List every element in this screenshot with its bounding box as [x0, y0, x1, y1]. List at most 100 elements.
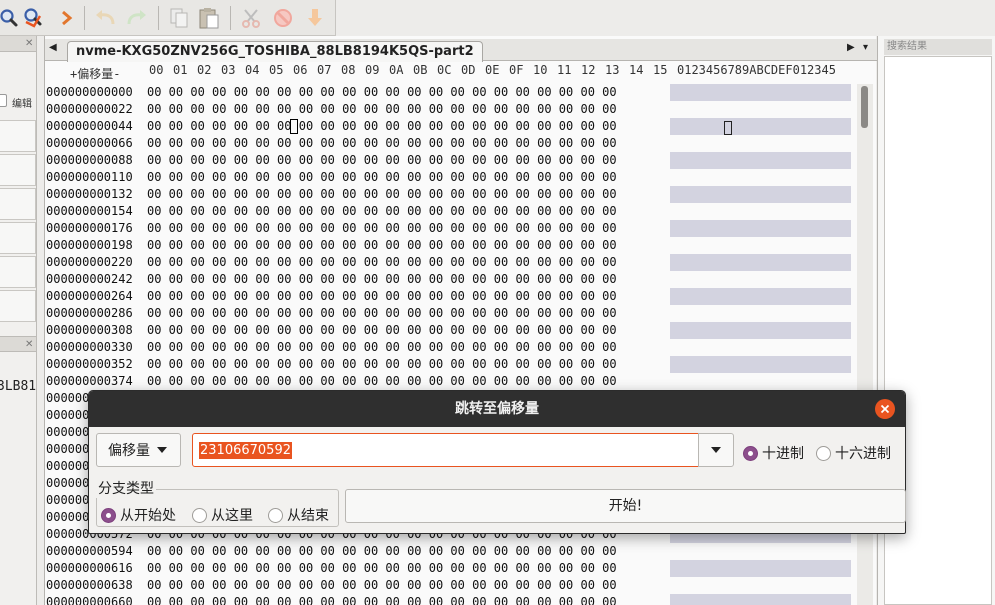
row-hex-bytes[interactable]: 00 00 00 00 00 00 00 00 00 00 00 00 00 0…: [147, 340, 617, 354]
hex-row[interactable]: 000000000616 00 00 00 00 00 00 00 00 00 0…: [45, 560, 851, 577]
branch-from-start-radio[interactable]: 从开始处: [101, 505, 176, 525]
goto-icon[interactable]: [54, 4, 80, 32]
row-hex-bytes[interactable]: 00 00 00 00 00 00 00 00 00 00 00 00 00 0…: [147, 204, 617, 218]
download-icon[interactable]: [302, 4, 328, 32]
offset-history-dropdown[interactable]: [698, 433, 734, 467]
hex-row[interactable]: 000000000154 00 00 00 00 00 00 00 00 00 0…: [45, 203, 851, 220]
hex-row[interactable]: 000000000176 00 00 00 00 00 00 00 00 00 0…: [45, 220, 851, 237]
row-ascii[interactable]: [670, 356, 851, 373]
hex-row[interactable]: 000000000220 00 00 00 00 00 00 00 00 00 0…: [45, 254, 851, 271]
row-hex-bytes[interactable]: 00 00 00 00 00 00 00 00 00 00 00 00 00 0…: [147, 544, 617, 558]
row-ascii[interactable]: [670, 152, 851, 169]
hex-row[interactable]: 000000000110 00 00 00 00 00 00 00 00 00 0…: [45, 169, 851, 186]
left-panel-field[interactable]: [0, 256, 36, 288]
row-ascii[interactable]: [670, 169, 851, 186]
row-hex-bytes[interactable]: 00 00 00 00 00 00 00 00 00 00 00 00 00 0…: [147, 153, 617, 167]
row-hex-bytes[interactable]: 00 00 00 00 00 00 00 00 00 00 00 00 00 0…: [147, 595, 617, 605]
tab-scroll-left-icon[interactable]: ◀: [49, 42, 57, 53]
hex-row[interactable]: 000000000352 00 00 00 00 00 00 00 00 00 0…: [45, 356, 851, 373]
panel-close-icon[interactable]: ✕: [25, 339, 33, 350]
row-hex-bytes[interactable]: 00 00 00 00 00 00 00 00 00 00 00 00 00 0…: [147, 578, 617, 592]
row-hex-bytes[interactable]: 00 00 00 00 00 00 00 00 00 00 00 00 00 0…: [147, 289, 617, 303]
tab-menu-icon[interactable]: ▾: [863, 42, 868, 53]
hex-row[interactable]: 000000000308 00 00 00 00 00 00 00 00 00 0…: [45, 322, 851, 339]
scrollbar-thumb[interactable]: [861, 86, 868, 128]
row-ascii[interactable]: [670, 186, 851, 203]
offset-mode-dropdown[interactable]: 偏移量: [96, 433, 181, 467]
row-ascii[interactable]: [670, 288, 851, 305]
undo-icon[interactable]: [92, 4, 118, 32]
row-hex-bytes[interactable]: 00 00 00 00 00 00 00 00 00 00 00 00 00 0…: [147, 187, 617, 201]
row-hex-bytes[interactable]: 00 00 00 00 00 00 00 00 00 00 00 00 00 0…: [147, 85, 617, 99]
row-hex-bytes[interactable]: 00 00 00 00 00 00 00 00 00 00 00 00 00 0…: [147, 323, 617, 337]
branch-from-end-radio[interactable]: 从结束: [268, 505, 329, 525]
row-ascii[interactable]: [670, 237, 851, 254]
find-replace-icon[interactable]: [20, 4, 46, 32]
left-panel-field[interactable]: [0, 188, 36, 220]
hex-row[interactable]: 000000000330 00 00 00 00 00 00 00 00 00 0…: [45, 339, 851, 356]
row-hex-bytes[interactable]: 00 00 00 00 00 00 00 00 00 00 00 00 00 0…: [147, 272, 617, 286]
copy-icon[interactable]: [166, 4, 192, 32]
row-ascii[interactable]: [670, 84, 851, 101]
edit-checkbox[interactable]: [0, 94, 7, 107]
hex-row[interactable]: 000000000242 00 00 00 00 00 00 00 00 00 0…: [45, 271, 851, 288]
hex-row[interactable]: 000000000264 00 00 00 00 00 00 00 00 00 0…: [45, 288, 851, 305]
hex-row[interactable]: 000000000286 00 00 00 00 00 00 00 00 00 0…: [45, 305, 851, 322]
search-icon[interactable]: [0, 4, 22, 32]
row-ascii[interactable]: [670, 543, 851, 560]
row-ascii[interactable]: [670, 305, 851, 322]
close-icon[interactable]: [875, 399, 895, 419]
row-ascii[interactable]: [670, 271, 851, 288]
hex-row[interactable]: 000000000000 00 00 00 00 00 00 00 00 00 0…: [45, 84, 851, 101]
document-tab[interactable]: nvme-KXG50ZNV256G_TOSHIBA_88LB8194K5QS-p…: [67, 41, 483, 62]
row-ascii[interactable]: [670, 577, 851, 594]
row-ascii[interactable]: [670, 560, 851, 577]
row-ascii[interactable]: [670, 203, 851, 220]
hex-row[interactable]: 000000000044 00 00 00 00 00 00 00 00 00 0…: [45, 118, 851, 135]
hex-row[interactable]: 000000000594 00 00 00 00 00 00 00 00 00 0…: [45, 543, 851, 560]
hex-row[interactable]: 000000000022 00 00 00 00 00 00 00 00 00 0…: [45, 101, 851, 118]
row-hex-bytes[interactable]: 00 00 00 00 00 00 00 00 00 00 00 00 00 0…: [147, 561, 617, 575]
row-hex-bytes[interactable]: 00 00 00 00 00 00 00 00 00 00 00 00 00 0…: [147, 119, 617, 133]
left-panel-field[interactable]: [0, 154, 36, 186]
radix-decimal-radio[interactable]: 十进制: [743, 443, 804, 463]
row-hex-bytes[interactable]: 00 00 00 00 00 00 00 00 00 00 00 00 00 0…: [147, 136, 617, 150]
hex-row[interactable]: 000000000088 00 00 00 00 00 00 00 00 00 0…: [45, 152, 851, 169]
row-hex-bytes[interactable]: 00 00 00 00 00 00 00 00 00 00 00 00 00 0…: [147, 238, 617, 252]
left-panel-field[interactable]: [0, 120, 36, 152]
row-hex-bytes[interactable]: 00 00 00 00 00 00 00 00 00 00 00 00 00 0…: [147, 306, 617, 320]
hex-row[interactable]: 000000000374 00 00 00 00 00 00 00 00 00 0…: [45, 373, 851, 390]
row-ascii[interactable]: [670, 118, 851, 135]
row-hex-bytes[interactable]: 00 00 00 00 00 00 00 00 00 00 00 00 00 0…: [147, 374, 617, 388]
row-hex-bytes[interactable]: 00 00 00 00 00 00 00 00 00 00 00 00 00 0…: [147, 221, 617, 235]
row-hex-bytes[interactable]: 00 00 00 00 00 00 00 00 00 00 00 00 00 0…: [147, 357, 617, 371]
radix-hex-radio[interactable]: 十六进制: [816, 443, 891, 463]
left-panel-field[interactable]: [0, 290, 36, 322]
row-ascii[interactable]: [670, 373, 851, 390]
row-ascii[interactable]: [670, 594, 851, 605]
redo-icon[interactable]: [124, 4, 150, 32]
row-ascii[interactable]: [670, 101, 851, 118]
start-button[interactable]: 开始!: [345, 489, 906, 523]
hex-row[interactable]: 000000000066 00 00 00 00 00 00 00 00 00 0…: [45, 135, 851, 152]
row-ascii[interactable]: [670, 220, 851, 237]
hex-row[interactable]: 000000000638 00 00 00 00 00 00 00 00 00 0…: [45, 577, 851, 594]
paste-icon[interactable]: [196, 4, 222, 32]
row-ascii[interactable]: [670, 254, 851, 271]
offset-input-value[interactable]: 23106670592: [199, 442, 292, 459]
offset-input[interactable]: 23106670592: [192, 433, 699, 467]
row-ascii[interactable]: [670, 339, 851, 356]
branch-from-here-radio[interactable]: 从这里: [192, 505, 253, 525]
edit-checkbox-row[interactable]: 编辑: [0, 93, 36, 111]
hex-row[interactable]: 000000000660 00 00 00 00 00 00 00 00 00 0…: [45, 594, 851, 605]
left-panel-field[interactable]: [0, 222, 36, 254]
hex-row[interactable]: 000000000198 00 00 00 00 00 00 00 00 00 0…: [45, 237, 851, 254]
cancel-icon[interactable]: [270, 4, 296, 32]
row-hex-bytes[interactable]: 00 00 00 00 00 00 00 00 00 00 00 00 00 0…: [147, 102, 617, 116]
row-ascii[interactable]: [670, 322, 851, 339]
tab-scroll-right-icon[interactable]: ▶: [847, 42, 855, 53]
row-ascii[interactable]: [670, 135, 851, 152]
row-hex-bytes[interactable]: 00 00 00 00 00 00 00 00 00 00 00 00 00 0…: [147, 255, 617, 269]
row-hex-bytes[interactable]: 00 00 00 00 00 00 00 00 00 00 00 00 00 0…: [147, 170, 617, 184]
hex-row[interactable]: 000000000132 00 00 00 00 00 00 00 00 00 0…: [45, 186, 851, 203]
